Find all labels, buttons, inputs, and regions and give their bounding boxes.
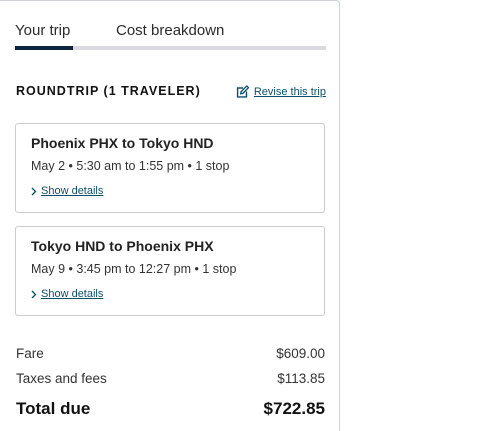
taxes-value: $113.85	[277, 371, 325, 386]
flight-route: Phoenix PHX to Tokyo HND	[31, 135, 214, 151]
flight-times: May 9 • 3:45 pm to 12:27 pm • 1 stop	[31, 262, 237, 276]
flight-route: Tokyo HND to Phoenix PHX	[31, 238, 214, 254]
edit-icon	[236, 85, 250, 98]
fare-row: Fare $609.00	[16, 346, 325, 361]
trip-summary-panel: Your trip Cost breakdown ROUNDTRIP (1 TR…	[0, 0, 340, 431]
fare-value: $609.00	[276, 346, 325, 361]
total-label: Total due	[16, 399, 91, 418]
show-details-link[interactable]: Show details	[31, 185, 103, 197]
fare-label: Fare	[16, 346, 44, 361]
chevron-right-icon	[31, 187, 37, 195]
show-details-label[interactable]: Show details	[41, 185, 103, 197]
revise-trip-label[interactable]: Revise this trip	[254, 86, 326, 98]
flight-card-return: Tokyo HND to Phoenix PHX May 9 • 3:45 pm…	[15, 226, 325, 316]
taxes-row: Taxes and fees $113.85	[16, 371, 325, 386]
taxes-label: Taxes and fees	[16, 371, 107, 386]
tab-bar: Your trip Cost breakdown	[15, 22, 326, 50]
flight-times: May 2 • 5:30 am to 1:55 pm • 1 stop	[31, 159, 230, 173]
tab-your-trip[interactable]: Your trip	[15, 22, 70, 39]
tab-cost-breakdown[interactable]: Cost breakdown	[116, 22, 224, 39]
trip-header: ROUNDTRIP (1 TRAVELER) Revise this trip	[16, 84, 326, 102]
active-tab-indicator	[15, 46, 73, 50]
total-row: Total due $722.85	[16, 399, 325, 419]
show-details-link[interactable]: Show details	[31, 288, 103, 300]
total-value: $722.85	[263, 399, 325, 418]
revise-trip-link[interactable]: Revise this trip	[235, 84, 326, 99]
show-details-label[interactable]: Show details	[41, 288, 103, 300]
chevron-right-icon	[31, 290, 37, 298]
trip-type-label: ROUNDTRIP (1 TRAVELER)	[16, 84, 201, 98]
flight-card-outbound: Phoenix PHX to Tokyo HND May 2 • 5:30 am…	[15, 123, 325, 213]
